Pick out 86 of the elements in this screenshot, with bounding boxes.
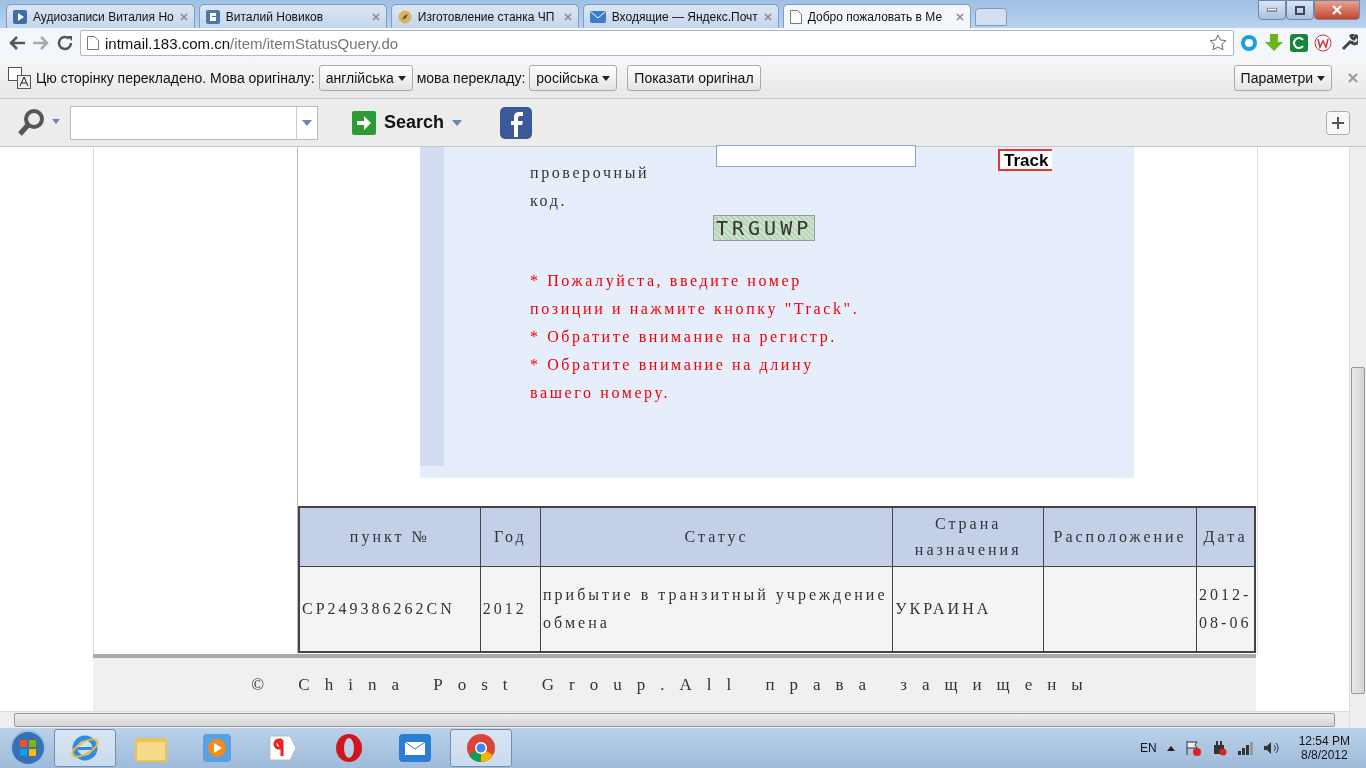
table-cell: 2012-08-06 bbox=[1196, 566, 1255, 652]
caret-icon bbox=[452, 119, 463, 126]
chrome-icon[interactable] bbox=[466, 733, 496, 763]
facebook-icon[interactable] bbox=[500, 106, 533, 139]
search-button[interactable]: Search bbox=[346, 109, 469, 136]
back-icon[interactable] bbox=[8, 35, 26, 51]
speaker-icon[interactable] bbox=[1262, 741, 1279, 755]
restore-button[interactable] bbox=[1286, 0, 1314, 20]
close-icon[interactable] bbox=[763, 12, 772, 21]
flag-icon[interactable] bbox=[1184, 740, 1201, 756]
close-icon[interactable] bbox=[179, 12, 188, 21]
browser-tab[interactable]: Изготовление станка ЧП bbox=[390, 4, 579, 28]
browser-tab[interactable]: Добро пожаловать в Ме bbox=[782, 4, 971, 28]
language-indicator[interactable]: EN bbox=[1139, 741, 1157, 755]
refresh-app-icon[interactable] bbox=[1290, 34, 1308, 52]
show-original-button[interactable]: Показати оригінал bbox=[627, 65, 761, 91]
minimize-icon bbox=[1267, 8, 1277, 12]
track-button[interactable]: Track bbox=[998, 149, 1053, 171]
forward-icon[interactable] bbox=[32, 35, 50, 51]
search-field[interactable] bbox=[70, 105, 318, 140]
address-bar[interactable]: intmail.183.com.cn/item/itemStatusQuery.do bbox=[80, 30, 1234, 56]
signal-icon[interactable] bbox=[1236, 741, 1253, 755]
add-icon[interactable] bbox=[1326, 110, 1350, 135]
search-icon[interactable] bbox=[16, 107, 62, 138]
play-icon bbox=[13, 9, 27, 24]
table-cell: CP249386262CN bbox=[299, 566, 481, 652]
caret-icon bbox=[302, 119, 312, 126]
vertical-scrollbar[interactable] bbox=[1349, 147, 1366, 728]
column-header: Дата bbox=[1196, 507, 1255, 567]
close-icon[interactable] bbox=[1348, 73, 1358, 83]
column-header: Статус bbox=[540, 507, 893, 567]
envelope-icon bbox=[589, 10, 606, 23]
translate-icon bbox=[8, 67, 32, 89]
footer: © China Post Group.All права защищены bbox=[93, 654, 1256, 711]
close-icon[interactable] bbox=[371, 12, 380, 21]
column-header: Год bbox=[480, 507, 541, 567]
skype-icon[interactable] bbox=[1240, 34, 1258, 52]
compass-icon bbox=[397, 9, 412, 24]
new-tab-button[interactable] bbox=[974, 8, 1007, 26]
close-icon[interactable] bbox=[955, 12, 964, 21]
column-header: Страна назначения bbox=[892, 507, 1044, 567]
source-language-dropdown[interactable]: англійська bbox=[318, 65, 413, 91]
taskbar-button[interactable] bbox=[54, 729, 116, 767]
caret-icon bbox=[602, 75, 611, 81]
horizontal-scrollbar[interactable] bbox=[0, 711, 1349, 728]
target-language-dropdown[interactable]: російська bbox=[529, 65, 618, 91]
browser-tab[interactable]: Аудиозаписи Виталия Но bbox=[6, 4, 195, 28]
caret-icon[interactable] bbox=[1166, 745, 1175, 751]
page-icon bbox=[789, 9, 802, 24]
browser-icon[interactable] bbox=[70, 733, 100, 763]
close-button[interactable] bbox=[1314, 0, 1360, 20]
opera-icon[interactable] bbox=[335, 733, 363, 763]
column-header: Расположение bbox=[1043, 507, 1197, 567]
close-icon[interactable] bbox=[563, 12, 572, 21]
table-cell: УКРАИНА bbox=[892, 566, 1044, 652]
table-cell: 2012 bbox=[480, 566, 541, 652]
code-label: проверочный код. bbox=[530, 163, 651, 212]
extension-icon[interactable] bbox=[1314, 34, 1334, 52]
note-text: * Обратите внимание на длину вашего номеру. bbox=[530, 355, 815, 404]
caret-icon bbox=[397, 75, 406, 81]
note-text: * Пожалуйста, введите номер позиции и нажмите кнопку "Track". bbox=[530, 271, 861, 320]
table-cell: прибытие в транзитный учреждение обмена bbox=[540, 566, 893, 652]
browser-tab[interactable]: Входящие — Яндекс.Почт bbox=[582, 4, 779, 28]
download-icon[interactable] bbox=[1264, 34, 1284, 52]
close-icon bbox=[1332, 5, 1342, 15]
reload-icon[interactable] bbox=[56, 34, 74, 52]
star-icon[interactable] bbox=[1209, 34, 1227, 52]
restore-icon bbox=[1295, 5, 1305, 15]
play-icon[interactable] bbox=[203, 734, 231, 762]
url-text: intmail.183.com.cn/item/itemStatusQuery.do bbox=[105, 34, 399, 52]
options-dropdown[interactable]: Параметри bbox=[1233, 65, 1332, 91]
browser-tab[interactable]: Виталий Новиков bbox=[198, 4, 387, 28]
column-header: пункт № bbox=[299, 507, 481, 567]
wrench-icon[interactable] bbox=[1340, 34, 1358, 52]
clock[interactable]: 12:54 PM 8/8/2012 bbox=[1288, 734, 1360, 762]
code-input[interactable] bbox=[716, 145, 916, 167]
translated-message: Цю сторінку перекладено. Мова оригіналу: bbox=[36, 70, 315, 86]
envelope-icon[interactable] bbox=[399, 734, 431, 762]
caret-icon bbox=[1317, 75, 1325, 81]
captcha-image: TRGUWP bbox=[713, 215, 816, 241]
note-text: * Обратите внимание на регистр. bbox=[530, 327, 838, 348]
taskbar-button[interactable] bbox=[450, 729, 512, 767]
page-icon bbox=[87, 36, 99, 50]
target-language-label: мова перекладу: bbox=[416, 70, 526, 86]
yandex-icon[interactable] bbox=[268, 734, 298, 762]
letter-icon bbox=[205, 9, 220, 24]
